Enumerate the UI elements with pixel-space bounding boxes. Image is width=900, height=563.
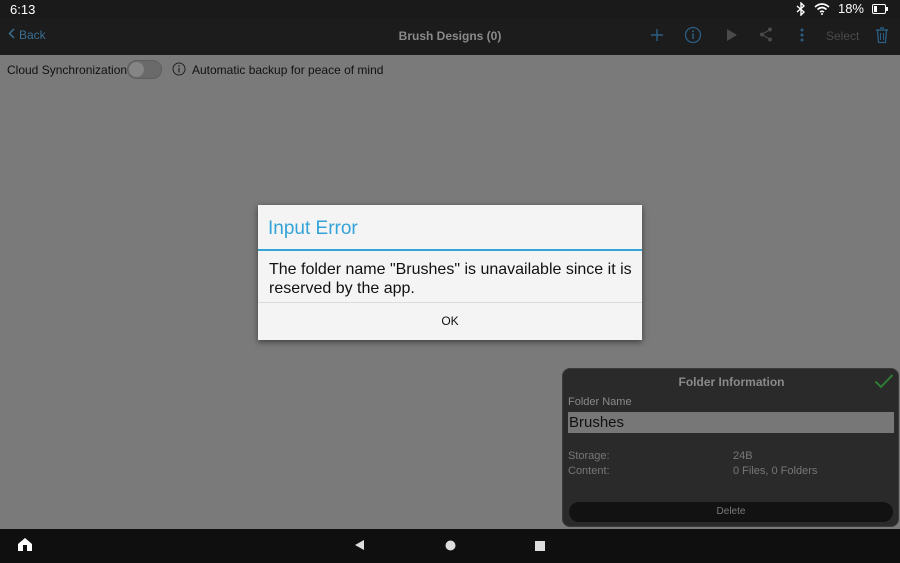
ok-button[interactable]: OK — [258, 303, 642, 340]
folder-info-title: Folder Information — [678, 375, 785, 389]
bluetooth-icon — [796, 1, 806, 16]
play-icon — [725, 28, 738, 47]
checkmark-icon — [874, 374, 894, 393]
cloud-sync-label: Cloud Synchronization — [7, 63, 128, 77]
toggle-knob — [129, 62, 144, 77]
delete-folder-button[interactable]: Delete — [569, 502, 893, 522]
storage-value: 24B — [733, 450, 753, 462]
folder-name-label: Folder Name — [568, 396, 632, 408]
nav-recents-button[interactable] — [531, 538, 549, 556]
more-vertical-icon — [800, 28, 804, 47]
dialog-divider — [258, 249, 642, 251]
share-icon — [759, 27, 773, 47]
home-icon — [17, 537, 33, 557]
status-time: 6:13 — [10, 2, 36, 17]
play-button[interactable] — [721, 27, 741, 47]
delete-toolbar-button[interactable] — [872, 26, 892, 49]
dialog-message: The folder name "Brushes" is unavailable… — [269, 261, 632, 297]
status-indicators: 18% — [796, 1, 888, 16]
cloud-sync-toggle[interactable] — [127, 60, 162, 79]
toolbar: Back Brush Designs (0) Select — [0, 18, 900, 55]
status-bar: 6:13 18% — [0, 0, 900, 18]
circle-home-icon — [445, 538, 456, 556]
content-value: 0 Files, 0 Folders — [733, 465, 818, 477]
content-label: Content: — [568, 465, 610, 477]
square-recents-icon — [535, 538, 545, 556]
info-button[interactable] — [683, 26, 703, 49]
folder-info-panel: Folder Information Folder Name Storage: … — [562, 368, 899, 527]
input-error-dialog: Input Error The folder name "Brushes" is… — [258, 205, 642, 340]
info-icon[interactable] — [172, 62, 186, 81]
cloud-sync-description: Automatic backup for peace of mind — [192, 63, 384, 77]
home-app-button[interactable] — [16, 538, 34, 556]
nav-back-button[interactable] — [350, 538, 368, 556]
select-button[interactable]: Select — [826, 29, 859, 43]
trash-icon — [875, 26, 889, 49]
wifi-icon — [814, 2, 830, 15]
info-icon — [684, 26, 702, 49]
storage-label: Storage: — [568, 450, 610, 462]
triangle-back-icon — [354, 538, 365, 556]
folder-name-input[interactable] — [568, 412, 894, 433]
nav-home-button[interactable] — [441, 538, 459, 556]
add-button[interactable] — [647, 27, 667, 47]
cloud-sync-row: Cloud Synchronization Automatic backup f… — [0, 55, 900, 83]
battery-icon — [872, 3, 888, 14]
more-button[interactable] — [792, 27, 812, 47]
share-button[interactable] — [756, 27, 776, 47]
battery-percent: 18% — [837, 1, 864, 16]
navigation-bar — [0, 529, 900, 563]
confirm-button[interactable] — [874, 373, 894, 394]
dialog-title: Input Error — [268, 218, 358, 239]
plus-icon — [650, 28, 664, 47]
